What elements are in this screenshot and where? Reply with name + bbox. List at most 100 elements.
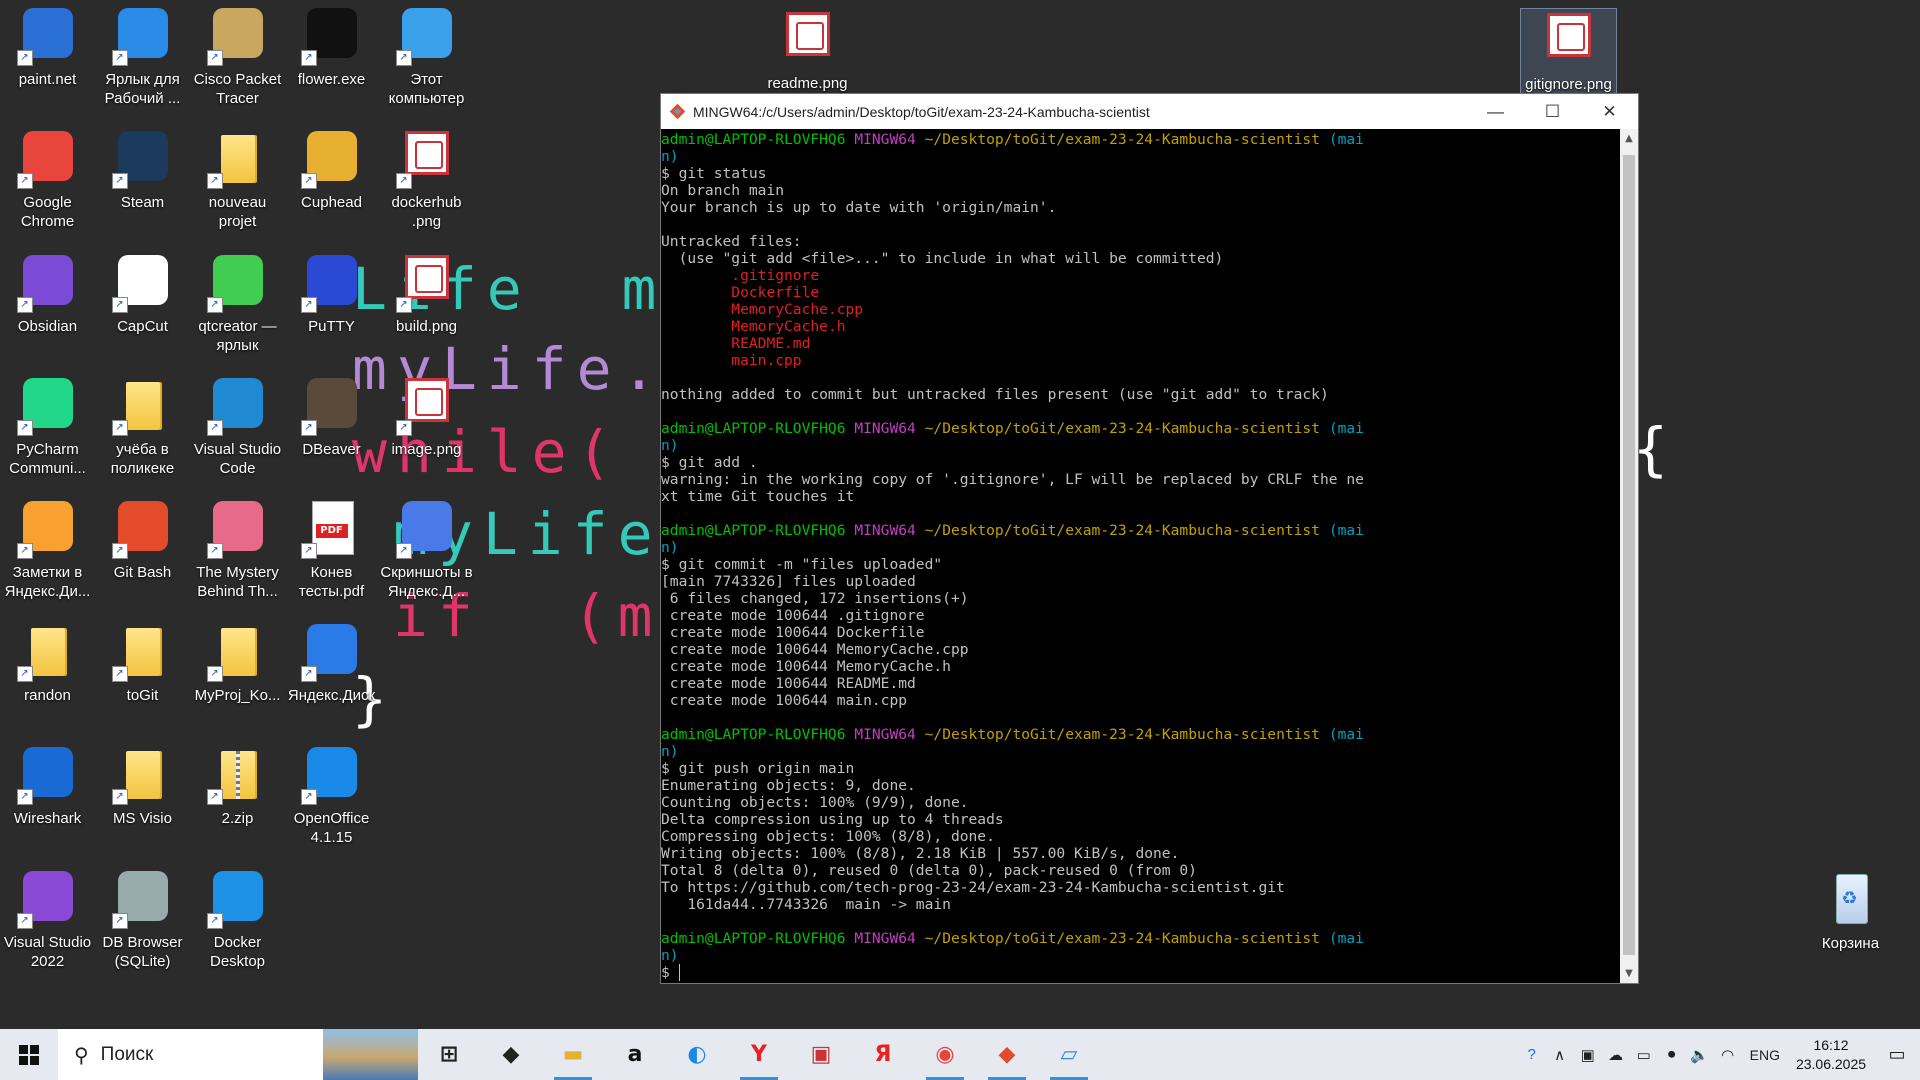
- desktop-icon[interactable]: ↗ Docker Desktop: [190, 867, 285, 971]
- desktop-icon[interactable]: ↗ Google Chrome: [0, 127, 95, 231]
- terminal-window[interactable]: MINGW64:/c/Users/admin/Desktop/toGit/exa…: [660, 93, 1639, 984]
- folder-icon: ↗: [16, 620, 79, 682]
- search-box[interactable]: ⚲ Поиск: [58, 1029, 418, 1080]
- terminal-output[interactable]: admin@LAPTOP-RLOVFHQ6 MINGW64 ~/Desktop/…: [661, 129, 1619, 985]
- desktop-icon[interactable]: ↗ DBeaver: [284, 374, 379, 459]
- clock[interactable]: 16:12 23.06.2025: [1788, 1036, 1874, 1074]
- desktop-icon[interactable]: ↗ paint.net: [0, 4, 95, 89]
- help-icon[interactable]: ?: [1518, 1046, 1546, 1063]
- desktop-icon[interactable]: ↗ Cuphead: [284, 127, 379, 212]
- scroll-thumb[interactable]: [1623, 155, 1635, 955]
- meet-now-icon[interactable]: ▣: [1574, 1046, 1602, 1064]
- prompt-line: admin@LAPTOP-RLOVFHQ6 MINGW64 ~/Desktop/…: [661, 930, 1364, 964]
- desktop-icon[interactable]: ↗ Visual Studio Code: [190, 374, 285, 478]
- volume-icon[interactable]: 🔈: [1686, 1046, 1714, 1064]
- scroll-down-arrow[interactable]: ▼: [1620, 968, 1638, 979]
- shortcut-arrow-icon: ↗: [111, 666, 128, 682]
- desktop-icon-label: paint.net: [18, 71, 77, 88]
- desktop-icon[interactable]: ↗ OpenOffice 4.1.15: [284, 743, 379, 847]
- scroll-up-arrow[interactable]: ▲: [1620, 133, 1638, 144]
- wifi-icon[interactable]: ◠: [1714, 1046, 1742, 1064]
- language-indicator[interactable]: ENG: [1750, 1047, 1780, 1063]
- recycle-bin[interactable]: ♻ Корзина: [1803, 868, 1898, 953]
- desktop-icon[interactable]: ↗ Visual Studio 2022: [0, 867, 95, 971]
- desktop-icon[interactable]: ↗ randon: [0, 620, 95, 705]
- task-view-icon: ⊞: [439, 1042, 459, 1067]
- desktop-icon[interactable]: ↗ flower.exe: [284, 4, 379, 89]
- shortcut-arrow-icon: ↗: [206, 789, 223, 805]
- taskbar-app-button[interactable]: ◉: [914, 1029, 976, 1080]
- shortcut-arrow-icon: ↗: [16, 789, 33, 805]
- start-button[interactable]: [0, 1029, 58, 1080]
- desktop-icon[interactable]: ↗ Cisco Packet Tracer: [190, 4, 285, 108]
- desktop-icon[interactable]: ↗ Этот компьютер: [379, 4, 474, 108]
- desktop-icon-label: qtcreator — ярлык: [198, 318, 277, 354]
- terminal-text: admin@LAPTOP-RLOVFHQ6 MINGW64 ~/Desktop/…: [661, 131, 1364, 981]
- visual-studio-icon: ↗: [16, 867, 79, 929]
- desktop-icon[interactable]: ↗ nouveau projet: [190, 127, 285, 231]
- desktop-icon-gitignore[interactable]: gitignore.png: [1520, 8, 1617, 95]
- desktop-icon-readme[interactable]: readme.png: [760, 8, 855, 93]
- command-input[interactable]: $: [661, 964, 679, 981]
- shortcut-arrow-icon: ↗: [16, 666, 33, 682]
- close-button[interactable]: ✕: [1581, 102, 1638, 122]
- taskbar-app-button[interactable]: ◐: [666, 1029, 728, 1080]
- shortcut-arrow-icon: ↗: [16, 50, 33, 66]
- desktop-icon[interactable]: ↗ CapCut: [95, 251, 190, 336]
- desktop-icon[interactable]: ↗ PuTTY: [284, 251, 379, 336]
- dropbox-icon: ◆: [502, 1042, 520, 1067]
- taskbar-app-button[interactable]: ⊞: [418, 1029, 480, 1080]
- taskbar-app-button[interactable]: Я: [852, 1029, 914, 1080]
- desktop-icon[interactable]: ↗ Ярлык для Рабочий ...: [95, 4, 190, 108]
- desktop-icon[interactable]: ↗ Заметки в Яндекс.Ди...: [0, 497, 95, 601]
- desktop-icon[interactable]: ↗ toGit: [95, 620, 190, 705]
- desktop-icon[interactable]: ↗ PyCharm Communi...: [0, 374, 95, 478]
- shortcut-arrow-icon: ↗: [206, 666, 223, 682]
- taskbar-app-button[interactable]: ▱: [1038, 1029, 1100, 1080]
- desktop-icon[interactable]: ↗ The Mystery Behind Th...: [190, 497, 285, 601]
- desktop-icon[interactable]: ↗ 2.zip: [190, 743, 285, 828]
- desktop-icon[interactable]: ↗ Git Bash: [95, 497, 190, 582]
- window-title: MINGW64:/c/Users/admin/Desktop/toGit/exa…: [693, 103, 1150, 120]
- maximize-button[interactable]: ☐: [1524, 102, 1581, 122]
- desktop-icon-label: Cisco Packet Tracer: [193, 71, 282, 107]
- desktop-icon[interactable]: ↗ MyProj_Ko...: [190, 620, 285, 705]
- desktop-icon[interactable]: ↗ Steam: [95, 127, 190, 212]
- notepad-icon: ▱: [1060, 1042, 1078, 1067]
- taskbar-app-button[interactable]: ▣: [790, 1029, 852, 1080]
- desktop-icon-label: Wireshark: [13, 810, 82, 827]
- notifications-icon[interactable]: ▭: [1874, 1044, 1920, 1065]
- title-bar[interactable]: MINGW64:/c/Users/admin/Desktop/toGit/exa…: [661, 94, 1638, 129]
- desktop-icon[interactable]: ↗ Скриншоты в Яндекс.Д...: [379, 497, 474, 601]
- chevron-up-icon[interactable]: ∧: [1546, 1046, 1574, 1064]
- desktop-icon[interactable]: ↗ Яндекс.Диск: [284, 620, 379, 705]
- desktop-icon[interactable]: ↗ Obsidian: [0, 251, 95, 336]
- taskbar-app-button[interactable]: ◆: [480, 1029, 542, 1080]
- taskbar-app-button[interactable]: Y: [728, 1029, 790, 1080]
- search-input[interactable]: Поиск: [101, 1044, 154, 1066]
- taskbar-app-button[interactable]: a: [604, 1029, 666, 1080]
- desktop-icon[interactable]: ↗ Wireshark: [0, 743, 95, 828]
- desktop-icon[interactable]: ↗ qtcreator — ярлык: [190, 251, 285, 355]
- onedrive-icon[interactable]: ☁: [1602, 1046, 1630, 1064]
- desktop-icon[interactable]: ↗ dockerhub .png: [379, 127, 474, 231]
- desktop-icon[interactable]: ↗ учёба в поликеке: [95, 374, 190, 478]
- taskbar-app-button[interactable]: ▬: [542, 1029, 604, 1080]
- desktop-icon[interactable]: ↗ build.png: [379, 251, 474, 336]
- image-file-icon: ↗: [395, 251, 458, 313]
- desktop-icon[interactable]: ↗ image.png: [379, 374, 474, 459]
- image-file-icon: ↗: [395, 374, 458, 436]
- desktop-icon[interactable]: ↗ DB Browser (SQLite): [95, 867, 190, 971]
- desktop-icon[interactable]: ↗ MS Visio: [95, 743, 190, 828]
- windows-icon: [19, 1044, 39, 1065]
- microphone-icon[interactable]: ⏺: [1658, 1046, 1686, 1063]
- battery-icon[interactable]: ▭: [1630, 1046, 1658, 1064]
- minimize-button[interactable]: —: [1467, 102, 1524, 122]
- desktop-icon-label: readme.png: [767, 75, 848, 92]
- shortcut-arrow-icon: ↗: [111, 543, 128, 559]
- shortcut-arrow-icon: ↗: [300, 173, 317, 189]
- scrollbar[interactable]: ▲ ▼: [1620, 129, 1638, 983]
- desktop-icon[interactable]: PDF ↗ Конев тесты.pdf: [284, 497, 379, 601]
- taskbar-app-button[interactable]: ◆: [976, 1029, 1038, 1080]
- shortcut-arrow-icon: ↗: [395, 420, 412, 436]
